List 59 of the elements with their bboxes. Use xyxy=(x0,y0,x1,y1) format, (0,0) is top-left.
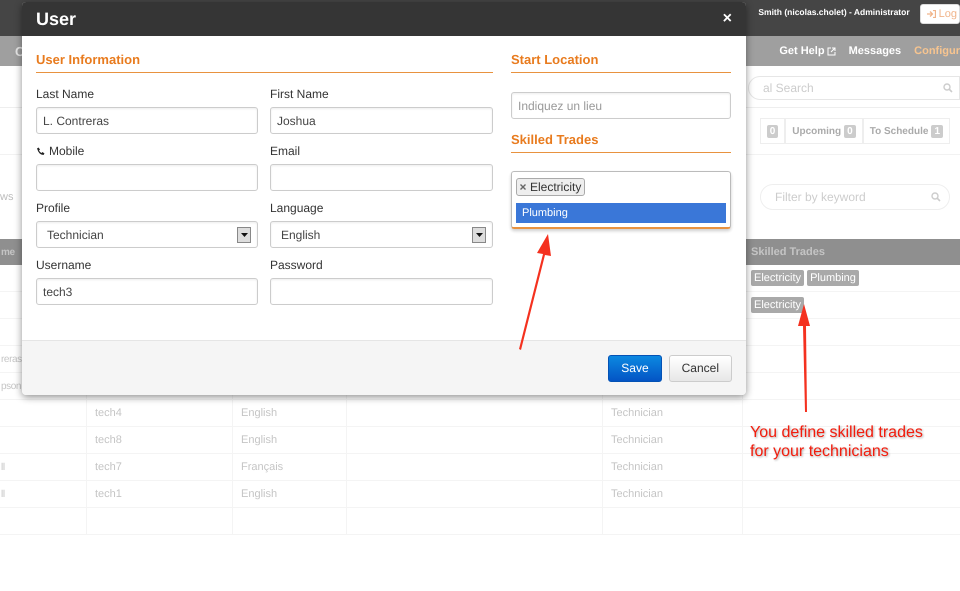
dropdown-option[interactable]: Plumbing xyxy=(516,203,726,223)
field-label: Password xyxy=(270,258,323,272)
field-label: Last Name xyxy=(36,87,94,101)
user-name: Smith (nicolas.cholet) - Administrator xyxy=(758,7,910,17)
section-heading: User Information xyxy=(36,52,493,73)
external-link-icon xyxy=(826,46,836,56)
input-field[interactable] xyxy=(36,164,258,191)
table-cell: English xyxy=(241,434,278,446)
trade-tag: Plumbing xyxy=(807,270,859,286)
annotation-text: You define skilled trades for your technicians xyxy=(750,423,924,461)
views-label: ws xyxy=(0,191,14,203)
field-label: Mobile xyxy=(49,144,84,158)
save-button[interactable]: Save xyxy=(608,354,662,382)
section-heading: Skilled Trades xyxy=(511,132,731,153)
search-icon xyxy=(943,83,953,93)
trade-tag: Electricity xyxy=(751,270,804,286)
table-cell: Technician xyxy=(611,488,663,500)
input-field[interactable]: L. Contreras xyxy=(36,107,258,134)
cancel-button[interactable]: Cancel xyxy=(668,354,732,382)
location-field[interactable]: Indiquez un lieu xyxy=(511,92,731,119)
table-cell: English xyxy=(241,488,278,500)
select-field[interactable]: English xyxy=(270,221,493,248)
caret-icon xyxy=(240,232,248,236)
field-label: Profile xyxy=(36,201,70,215)
password-field[interactable] xyxy=(270,278,493,305)
table-cell: tech4 xyxy=(95,407,122,419)
logout-icon xyxy=(926,10,936,18)
close-button[interactable]: × xyxy=(722,10,732,28)
dialog-title: User xyxy=(36,8,76,30)
trade-tag: Electricity xyxy=(751,297,804,313)
table-cell: Français xyxy=(241,461,284,473)
table-cell: ll xyxy=(1,462,5,472)
table-cell: tech1 xyxy=(95,488,122,500)
field-label: Language xyxy=(270,201,324,215)
search-icon xyxy=(931,192,941,202)
phone-icon xyxy=(36,146,45,156)
input-field[interactable]: tech3 xyxy=(36,278,258,305)
dropdown-button[interactable] xyxy=(237,226,251,242)
select-field[interactable]: Technician xyxy=(36,221,258,248)
section-heading: Start Location xyxy=(511,52,731,73)
table-cell: tech8 xyxy=(95,434,122,446)
input-field[interactable]: Joshua xyxy=(270,107,493,134)
table-cell: Technician xyxy=(611,461,663,473)
chosen-tag: Electricity xyxy=(516,178,586,196)
table-cell: pson xyxy=(1,380,22,392)
table-cell: Technician xyxy=(611,407,663,419)
field-label: First Name xyxy=(270,87,329,101)
input-field[interactable] xyxy=(270,164,493,191)
table-cell: Technician xyxy=(611,434,663,446)
nav-link[interactable]: Messages xyxy=(848,45,902,57)
field-label: Email xyxy=(270,144,300,158)
caret-icon xyxy=(476,232,482,236)
table-cell: English xyxy=(241,407,278,419)
multi-select-field[interactable]: Electricity Plumbing xyxy=(511,171,731,229)
dropdown-button[interactable] xyxy=(472,226,486,242)
nav-link[interactable]: Get Help xyxy=(779,45,836,57)
table-cell: ll xyxy=(1,488,5,500)
remove-icon[interactable] xyxy=(520,184,526,190)
table-cell: tech7 xyxy=(95,461,122,473)
